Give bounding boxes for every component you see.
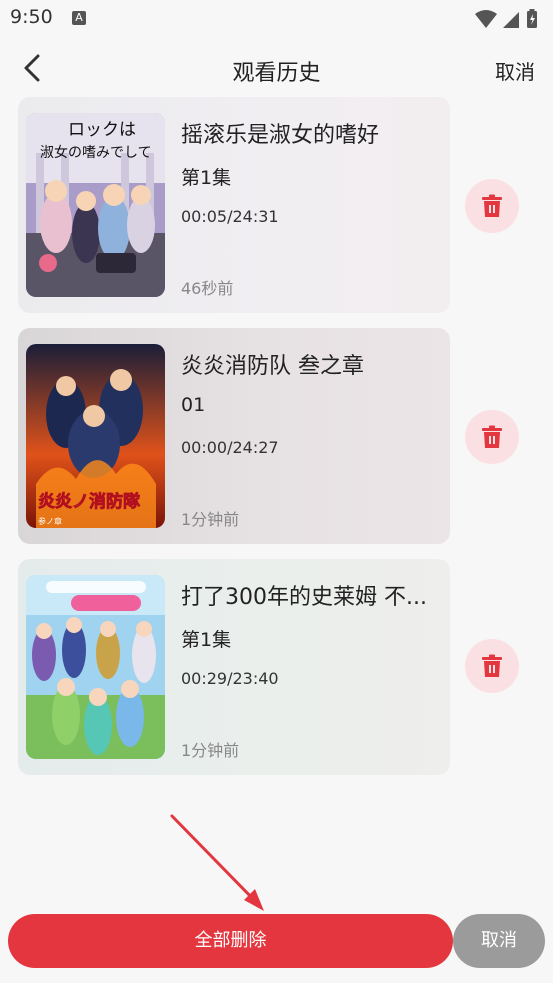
poster-title-line2: 淑女の嗜みでして — [40, 144, 152, 161]
back-button[interactable] — [18, 52, 50, 84]
history-item[interactable]: ロックは 淑女の嗜みでして 摇滚乐是淑女的嗜好 第1集 00:05/24:31 … — [18, 97, 450, 313]
history-progress: 00:05/24:31 — [181, 207, 279, 226]
history-title: 摇滚乐是淑女的嗜好 — [181, 123, 380, 148]
trash-icon — [482, 654, 502, 677]
delete-button[interactable] — [465, 410, 519, 464]
poster-title-line1: ロックは — [68, 120, 136, 140]
history-episode: 01 — [181, 394, 206, 416]
notification-a-icon: A — [72, 11, 86, 25]
wifi-icon — [475, 10, 497, 28]
history-title: 炎炎消防队 叁之章 — [181, 354, 364, 379]
poster-image: ロックは 淑女の嗜みでして — [26, 113, 165, 297]
poster-image: 炎炎ノ消防隊 参ノ章 — [26, 344, 165, 528]
trash-icon — [482, 425, 502, 448]
poster-image — [26, 575, 165, 759]
cancel-button-bottom[interactable]: 取消 — [453, 914, 545, 968]
header: 观看历史 取消 — [0, 40, 553, 96]
history-time-ago: 1分钟前 — [181, 510, 240, 529]
delete-button[interactable] — [465, 639, 519, 693]
chevron-left-icon — [24, 54, 40, 82]
battery-icon — [527, 9, 537, 28]
poster-sub: 参ノ章 — [38, 516, 62, 526]
history-item[interactable]: 打了300年的史莱姆 不... 第1集 00:29/23:40 1分钟前 — [18, 559, 450, 775]
status-time: 9:50 — [10, 6, 53, 28]
history-progress: 00:00/24:27 — [181, 438, 279, 457]
history-item[interactable]: 炎炎ノ消防隊 参ノ章 炎炎消防队 叁之章 01 00:00/24:27 1分钟前 — [18, 328, 450, 544]
status-bar: 9:50 A — [0, 0, 553, 40]
history-progress: 00:29/23:40 — [181, 669, 279, 688]
cancel-button-top[interactable]: 取消 — [495, 56, 535, 85]
trash-icon — [482, 194, 502, 217]
page-title: 观看历史 — [232, 61, 321, 86]
history-episode: 第1集 — [181, 167, 232, 189]
delete-button[interactable] — [465, 179, 519, 233]
history-time-ago: 46秒前 — [181, 279, 234, 298]
delete-all-button[interactable]: 全部删除 — [8, 914, 453, 968]
bottom-action-bar: 全部删除 取消 — [0, 900, 553, 983]
poster-logo: 炎炎ノ消防隊 — [38, 491, 141, 512]
history-episode: 第1集 — [181, 629, 232, 651]
status-icons — [473, 9, 543, 29]
signal-icon — [503, 12, 519, 28]
history-time-ago: 1分钟前 — [181, 741, 240, 760]
history-title: 打了300年的史莱姆 不... — [181, 585, 427, 610]
